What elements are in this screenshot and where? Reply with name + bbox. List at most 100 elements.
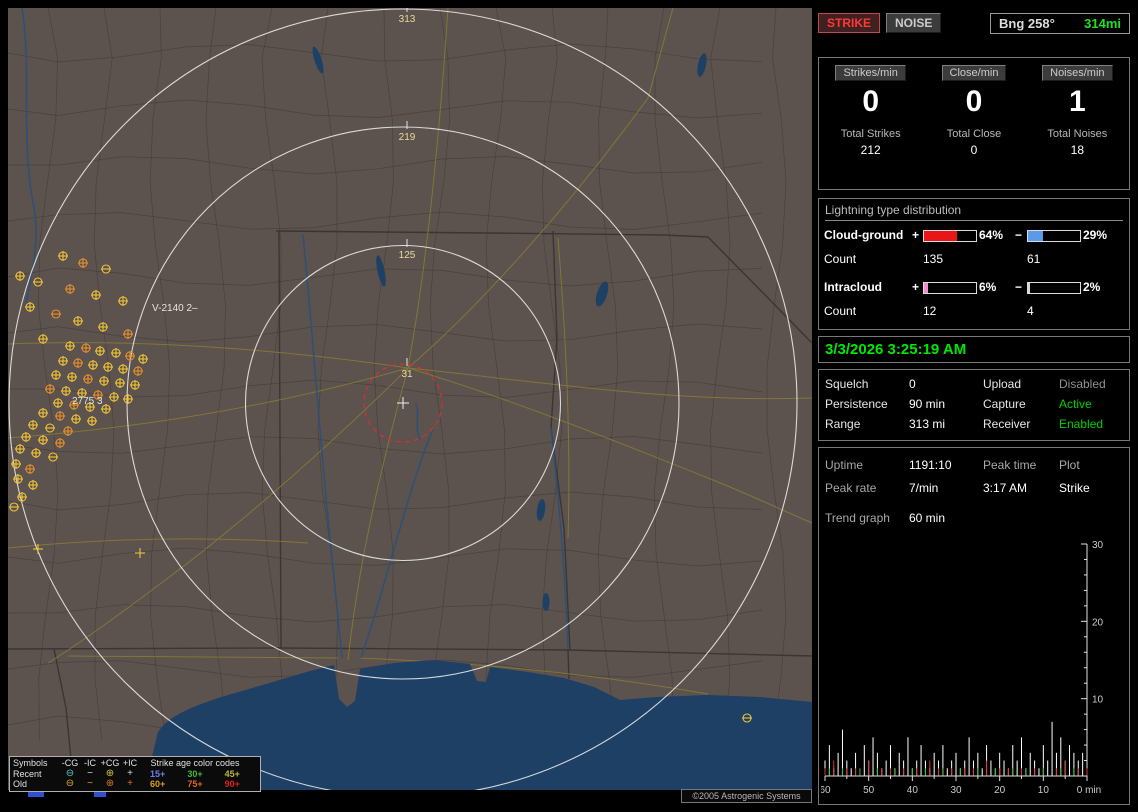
strikes-per-min-button[interactable]: Strikes/min bbox=[835, 65, 906, 81]
ring-label-125: 125 bbox=[399, 250, 416, 261]
total-close-label: Total Close bbox=[946, 128, 1002, 140]
legend-pcg-header: +CG bbox=[100, 758, 120, 769]
capture-label: Capture bbox=[983, 397, 1026, 411]
intracloud-count-row: Count 12 4 bbox=[819, 301, 1129, 321]
peak-rate-value: 7/min bbox=[909, 481, 939, 495]
legend-symbols-header: Symbols bbox=[13, 758, 48, 769]
trend-graph-label: Trend graph bbox=[825, 511, 890, 525]
svg-text:20: 20 bbox=[994, 785, 1006, 796]
intracloud-label: Intracloud bbox=[824, 280, 883, 294]
noises-column: Noises/min 1 Total Noises 18 bbox=[1026, 58, 1129, 189]
ic-plus-bar bbox=[923, 282, 977, 294]
status-row: Squelch 0 Upload Disabled bbox=[819, 377, 1129, 395]
plot-label: Plot bbox=[1059, 458, 1080, 472]
station-label-1: V-2140 2– bbox=[152, 303, 198, 314]
legend-recent-row: Recent ⊖ − ⊕ + 15+ 30+ 45+ bbox=[13, 767, 257, 780]
legend-old-row: Old ⊖ − ⊕ + 60+ 75+ 90+ bbox=[13, 779, 257, 790]
total-strikes-label: Total Strikes bbox=[840, 128, 901, 140]
plot-value: Strike bbox=[1059, 481, 1090, 495]
app-window: 313 219 125 31 V-2140 2– 2775 3 Symbols … bbox=[0, 0, 1138, 812]
legend-ncg-header: -CG bbox=[61, 758, 79, 769]
cloud-ground-label: Cloud-ground bbox=[824, 228, 904, 242]
peak-time-label: Peak time bbox=[983, 458, 1037, 472]
intracloud-row: Intracloud + 6% − 2% bbox=[819, 277, 1129, 297]
strikes-per-min-value: 0 bbox=[862, 85, 879, 118]
svg-text:30: 30 bbox=[1092, 540, 1104, 551]
cg-plus-bar bbox=[923, 230, 977, 242]
stats-and-trend-section: Uptime 1191:10 Peak time Plot Peak rate … bbox=[818, 447, 1130, 805]
bearing-value: Bng 258° bbox=[999, 16, 1055, 31]
ic-plus-count: 12 bbox=[923, 304, 937, 318]
cloud-ground-row: Cloud-ground + 64% − 29% bbox=[819, 225, 1129, 245]
peak-time-value: 3:17 AM bbox=[983, 481, 1028, 495]
receiver-label: Receiver bbox=[983, 417, 1031, 431]
minus-sign: − bbox=[1015, 280, 1023, 294]
map-canvas: 313 219 125 31 V-2140 2– 2775 3 bbox=[8, 8, 812, 790]
copyright: ©2005 Astrogenic Systems bbox=[681, 789, 812, 803]
strike-mode-button[interactable]: STRIKE bbox=[818, 13, 881, 33]
svg-text:20: 20 bbox=[1092, 617, 1104, 628]
distribution-title: Lightning type distribution bbox=[825, 203, 1123, 221]
station-label-2: 2775 3 bbox=[72, 396, 103, 407]
svg-text:40: 40 bbox=[907, 785, 919, 796]
svg-text:10: 10 bbox=[1038, 785, 1050, 796]
bearing-range-value: 314mi bbox=[1084, 16, 1121, 31]
upload-label: Upload bbox=[983, 377, 1022, 391]
svg-text:0 min: 0 min bbox=[1077, 785, 1101, 796]
control-panel: STRIKE NOISE Bng 258° 314mi Strikes/min … bbox=[818, 0, 1130, 812]
age-30: 30+ bbox=[187, 768, 203, 779]
ring-label-219: 219 bbox=[399, 132, 416, 143]
taskbar-artifact bbox=[94, 792, 106, 797]
stats-row: Uptime 1191:10 Peak time Plot bbox=[819, 458, 1129, 476]
cloud-ground-count-row: Count 135 61 bbox=[819, 249, 1129, 269]
ic-plus-pct: 6% bbox=[979, 280, 997, 294]
close-per-min-value: 0 bbox=[965, 85, 983, 118]
ic-minus-count: 4 bbox=[1027, 304, 1034, 318]
lightning-distribution: Lightning type distribution Cloud-ground… bbox=[818, 198, 1130, 330]
cg-minus-pct: 29% bbox=[1083, 228, 1108, 242]
rate-counters: Strikes/min 0 Total Strikes 212 Close/mi… bbox=[818, 57, 1130, 190]
age-45: 45+ bbox=[224, 768, 240, 779]
trend-graph-window: 60 min bbox=[909, 511, 946, 525]
recent-pcg-icon: ⊕ bbox=[105, 767, 115, 779]
trend-graph-row: Trend graph 60 min bbox=[819, 511, 1129, 529]
age-60: 60+ bbox=[150, 779, 166, 790]
svg-text:60: 60 bbox=[821, 785, 831, 796]
ring-label-313: 313 bbox=[399, 14, 416, 25]
taskbar-artifact bbox=[28, 792, 44, 797]
range-label: Range bbox=[825, 417, 861, 431]
total-strikes-value: 212 bbox=[860, 143, 881, 157]
count-label: Count bbox=[824, 304, 857, 318]
recent-pic-icon: + bbox=[127, 767, 133, 779]
cg-minus-count: 61 bbox=[1027, 252, 1041, 266]
total-close-value: 0 bbox=[970, 143, 978, 157]
svg-text:10: 10 bbox=[1092, 695, 1104, 706]
recent-nic-icon: − bbox=[87, 767, 93, 779]
svg-text:30: 30 bbox=[950, 785, 962, 796]
noises-per-min-button[interactable]: Noises/min bbox=[1042, 65, 1113, 81]
old-pic-icon: + bbox=[127, 778, 133, 790]
cg-plus-count: 135 bbox=[923, 252, 944, 266]
total-noises-value: 18 bbox=[1070, 143, 1084, 157]
receiver-status: Enabled bbox=[1059, 417, 1104, 431]
map-legend: Symbols -CG -IC +CG +IC Strike age color… bbox=[9, 756, 261, 792]
stats-row: Peak rate 7/min 3:17 AM Strike bbox=[819, 481, 1129, 499]
mode-toolbar: STRIKE NOISE Bng 258° 314mi bbox=[818, 13, 1130, 37]
close-per-min-button[interactable]: Close/min bbox=[941, 65, 1007, 81]
legend-pic-header: +IC bbox=[122, 758, 138, 769]
datetime-display: 3/3/2026 3:25:19 AM bbox=[818, 336, 1130, 363]
noise-mode-button[interactable]: NOISE bbox=[886, 13, 942, 33]
age-15: 15+ bbox=[150, 768, 166, 779]
uptime-label: Uptime bbox=[825, 458, 864, 472]
plus-sign: + bbox=[912, 280, 920, 294]
capture-status: Active bbox=[1059, 397, 1092, 411]
old-nic-icon: − bbox=[87, 778, 93, 790]
persistence-value: 90 min bbox=[909, 397, 946, 411]
old-ncg-icon: ⊖ bbox=[65, 778, 75, 790]
cg-minus-bar bbox=[1027, 230, 1081, 242]
status-row: Persistence 90 min Capture Active bbox=[819, 397, 1129, 415]
strike-map[interactable]: 313 219 125 31 V-2140 2– 2775 3 bbox=[8, 8, 812, 790]
svg-text:50: 50 bbox=[863, 785, 875, 796]
noises-per-min-value: 1 bbox=[1068, 85, 1086, 118]
squelch-label: Squelch bbox=[825, 377, 869, 391]
